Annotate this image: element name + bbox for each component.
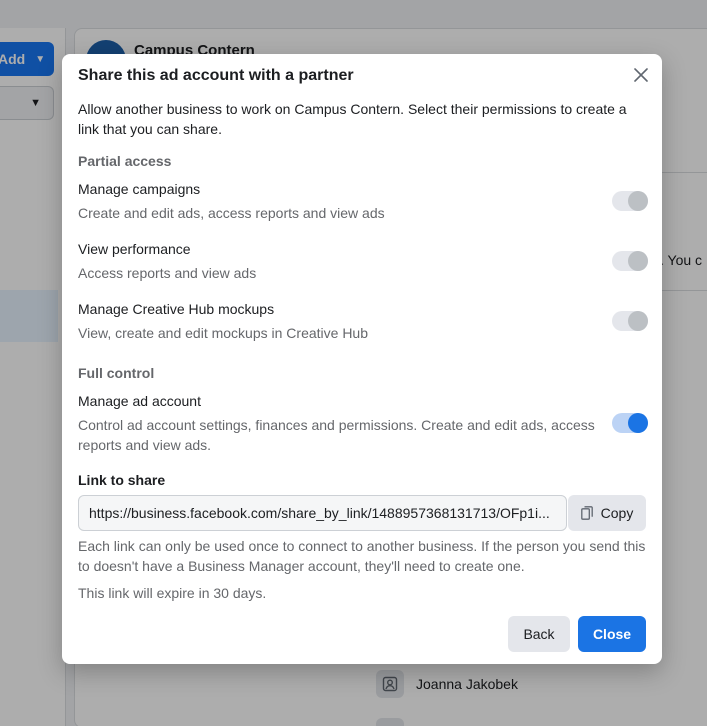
toggle-knob	[628, 191, 648, 211]
share-dialog: Share this ad account with a partner All…	[62, 54, 662, 664]
close-button[interactable]: Close	[578, 616, 646, 652]
copy-icon	[580, 506, 593, 520]
permission-name: Manage campaigns	[78, 181, 201, 197]
permission-name: View performance	[78, 241, 191, 257]
creative-hub-toggle[interactable]	[612, 311, 648, 331]
permission-name: Manage Creative Hub mockups	[78, 301, 275, 317]
permission-manage-campaigns: Manage campaigns Create and edit ads, ac…	[78, 179, 648, 223]
permission-description: Create and edit ads, access reports and …	[78, 205, 385, 221]
dialog-title: Share this ad account with a partner	[78, 67, 354, 84]
share-link-value: https://business.facebook.com/share_by_l…	[89, 505, 550, 521]
permission-name: Manage ad account	[78, 393, 201, 409]
share-link-field[interactable]: https://business.facebook.com/share_by_l…	[78, 495, 567, 531]
permission-view-performance: View performance Access reports and view…	[78, 239, 648, 283]
copy-label: Copy	[600, 505, 634, 521]
link-expiry-note: This link will expire in 30 days.	[78, 585, 267, 601]
full-control-heading: Full control	[78, 365, 155, 381]
copy-button[interactable]: Copy	[568, 495, 646, 531]
close-icon[interactable]	[630, 64, 652, 86]
permission-description: View, create and edit mockups in Creativ…	[78, 325, 369, 341]
permission-creative-hub: Manage Creative Hub mockups View, create…	[78, 299, 648, 343]
view-performance-toggle[interactable]	[612, 251, 648, 271]
permission-description: Control ad account settings, finances an…	[78, 417, 595, 453]
dialog-intro: Allow another business to work on Campus…	[78, 101, 627, 137]
back-button[interactable]: Back	[508, 616, 570, 652]
toggle-knob	[628, 251, 648, 271]
toggle-knob	[628, 311, 648, 331]
permission-description: Access reports and view ads	[78, 265, 257, 281]
manage-ad-account-toggle[interactable]	[612, 413, 648, 433]
manage-campaigns-toggle[interactable]	[612, 191, 648, 211]
link-usage-note: Each link can only be used once to conne…	[78, 538, 646, 574]
toggle-knob	[628, 413, 648, 433]
partial-access-heading: Partial access	[78, 153, 172, 169]
link-label: Link to share	[78, 472, 166, 488]
permission-manage-ad-account: Manage ad account Control ad account set…	[78, 391, 648, 455]
